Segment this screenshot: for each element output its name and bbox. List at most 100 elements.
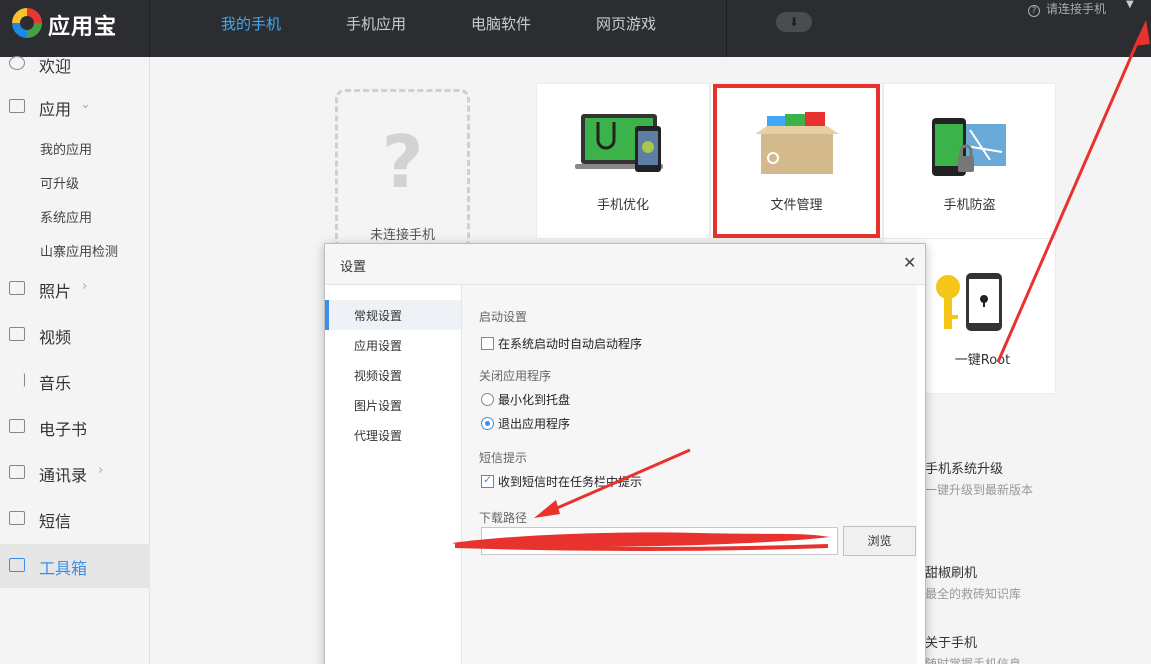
sidebar-sub-my-apps[interactable]: 我的应用 — [40, 139, 92, 158]
settings-nav-label: 常规设置 — [354, 309, 403, 323]
phone-lock-icon — [932, 118, 1006, 176]
toolbox-icon — [9, 558, 25, 572]
startup-section-title: 启动设置 — [479, 310, 528, 324]
sidebar-item-label: 视频 — [39, 328, 72, 347]
system-upgrade-title[interactable]: 手机系统升级 — [925, 458, 1003, 477]
download-icon: ⬇ — [788, 15, 800, 29]
sidebar-item-ebook[interactable]: 电子书 — [0, 405, 150, 449]
phone-optimize-icon — [575, 114, 663, 172]
tile-anti-theft[interactable]: 手机防盗 — [883, 83, 1056, 239]
tab-pc-software[interactable]: 电脑软件 — [471, 13, 531, 34]
sms-section-title: 短信提示 — [479, 451, 528, 465]
download-manager-button[interactable]: ⬇ — [776, 12, 812, 32]
settings-nav-general[interactable]: 常规设置 — [325, 300, 461, 330]
connect-phone-link[interactable]: ? 请连接手机 — [1028, 0, 1106, 17]
tab-web-games[interactable]: 网页游戏 — [596, 13, 656, 34]
sidebar-item-contacts[interactable]: 通讯录 › — [0, 451, 150, 495]
sidebar-item-label: 欢迎 — [39, 57, 72, 76]
download-section-title: 下载路径 — [479, 511, 528, 525]
settings-nav: 常规设置 应用设置 视频设置 图片设置 代理设置 — [325, 285, 462, 664]
sidebar-item-sms[interactable]: 短信 — [0, 497, 150, 541]
sidebar-item-label: 通讯录 — [39, 466, 88, 485]
menu-dropdown-icon[interactable]: ▼ — [1126, 0, 1134, 10]
checkbox-label: 在系统启动时自动启动程序 — [498, 337, 643, 351]
sidebar-item-label: 工具箱 — [39, 559, 88, 578]
sidebar-item-label: 电子书 — [39, 420, 88, 439]
top-bar: 应用宝 我的手机 手机应用 电脑软件 网页游戏 ⬇ ? 请连接手机 ▼ — [0, 0, 1151, 57]
checkbox-checked-icon — [481, 473, 494, 488]
app-logo-icon — [12, 8, 42, 38]
radio-icon — [481, 393, 494, 406]
help-icon: ? — [1028, 5, 1040, 17]
download-path-input[interactable] — [481, 527, 838, 555]
about-phone-title[interactable]: 关于手机 — [925, 632, 977, 651]
sidebar-item-label: 短信 — [39, 512, 72, 531]
radio-selected-icon — [481, 417, 494, 430]
nav-divider — [726, 0, 727, 57]
minimize-to-tray-radio[interactable]: 最小化到托盘 — [481, 391, 570, 408]
video-icon — [9, 327, 25, 341]
settings-body: 启动设置 在系统启动时自动启动程序 关闭应用程序 最小化到托盘 退出应用程序 短… — [462, 285, 917, 664]
sidebar-item-toolbox[interactable]: 工具箱 — [0, 544, 150, 588]
sidebar-item-apps[interactable]: 应用 ⌄ — [0, 85, 150, 129]
sidebar-item-welcome[interactable]: 欢迎 — [0, 42, 150, 86]
sidebar-item-label: 应用 — [39, 100, 72, 119]
question-mark-icon: ? — [381, 120, 424, 204]
chevron-right-icon: › — [98, 463, 104, 478]
checkbox-icon — [481, 337, 494, 350]
chevron-down-icon: ⌄ — [80, 97, 91, 112]
apps-grid-icon — [9, 99, 25, 113]
sidebar: 欢迎 应用 ⌄ 我的应用 可升级 系统应用 山寨应用检测 照片 › 视频 音乐 … — [0, 56, 150, 664]
settings-nav-picture[interactable]: 图片设置 — [325, 390, 461, 420]
radio-label: 退出应用程序 — [498, 417, 571, 431]
photo-icon — [9, 281, 25, 295]
sidebar-item-label: 音乐 — [39, 374, 72, 393]
book-icon — [9, 419, 25, 433]
welcome-icon — [9, 56, 25, 70]
exit-app-radio[interactable]: 退出应用程序 — [481, 415, 570, 432]
sidebar-sub-upgradable[interactable]: 可升级 — [40, 173, 79, 192]
tile-phone-optimize[interactable]: 手机优化 — [536, 83, 710, 239]
settings-nav-label: 应用设置 — [354, 339, 403, 353]
chevron-right-icon: › — [82, 279, 88, 294]
dialog-header: 设置 ✕ — [325, 244, 925, 285]
checkbox-label: 收到短信时在任务栏中提示 — [498, 475, 643, 489]
tab-phone-apps[interactable]: 手机应用 — [346, 13, 406, 34]
settings-nav-label: 视频设置 — [354, 369, 403, 383]
auto-start-checkbox[interactable]: 在系统启动时自动启动程序 — [481, 335, 642, 352]
tab-my-phone[interactable]: 我的手机 — [221, 13, 281, 34]
connect-text: 请连接手机 — [1046, 2, 1107, 16]
close-icon[interactable]: ✕ — [903, 253, 916, 272]
close-section-title: 关闭应用程序 — [479, 369, 552, 383]
sidebar-item-photos[interactable]: 照片 › — [0, 267, 150, 311]
tile-label: 手机防盗 — [943, 198, 996, 213]
settings-nav-apps[interactable]: 应用设置 — [325, 330, 461, 360]
about-phone-desc: 随时掌握手机信息 — [925, 657, 1022, 664]
sidebar-sub-system-apps[interactable]: 系统应用 — [40, 207, 92, 226]
no-phone-card[interactable]: ? 未连接手机 — [335, 89, 470, 251]
settings-nav-proxy[interactable]: 代理设置 — [325, 420, 461, 450]
settings-nav-video[interactable]: 视频设置 — [325, 360, 461, 390]
settings-nav-label: 代理设置 — [354, 429, 403, 443]
sidebar-sub-fake-app-check[interactable]: 山寨应用检测 — [40, 241, 118, 260]
dialog-title: 设置 — [340, 260, 367, 275]
sidebar-item-video[interactable]: 视频 — [0, 313, 150, 357]
sms-notify-checkbox[interactable]: 收到短信时在任务栏中提示 — [481, 473, 642, 490]
sidebar-item-label: 照片 — [39, 282, 72, 301]
music-note-icon — [9, 373, 25, 387]
sidebar-item-music[interactable]: 音乐 — [0, 359, 150, 403]
settings-dialog: 设置 ✕ 常规设置 应用设置 视频设置 图片设置 代理设置 启动设置 在系统启动… — [324, 243, 926, 664]
radio-label: 最小化到托盘 — [498, 393, 571, 407]
flash-desc: 最全的救砖知识库 — [925, 587, 1022, 601]
key-phone-icon — [936, 273, 1002, 331]
message-icon — [9, 511, 25, 525]
browse-button[interactable]: 浏览 — [843, 526, 916, 556]
flash-title[interactable]: 甜椒刷机 — [925, 562, 977, 581]
app-name: 应用宝 — [48, 15, 118, 40]
settings-nav-label: 图片设置 — [354, 399, 403, 413]
tile-label: 手机优化 — [596, 198, 649, 213]
contacts-icon — [9, 465, 25, 479]
no-phone-label: 未连接手机 — [369, 228, 435, 243]
highlight-annotation-box — [713, 84, 880, 238]
system-upgrade-desc: 一键升级到最新版本 — [925, 483, 1034, 497]
